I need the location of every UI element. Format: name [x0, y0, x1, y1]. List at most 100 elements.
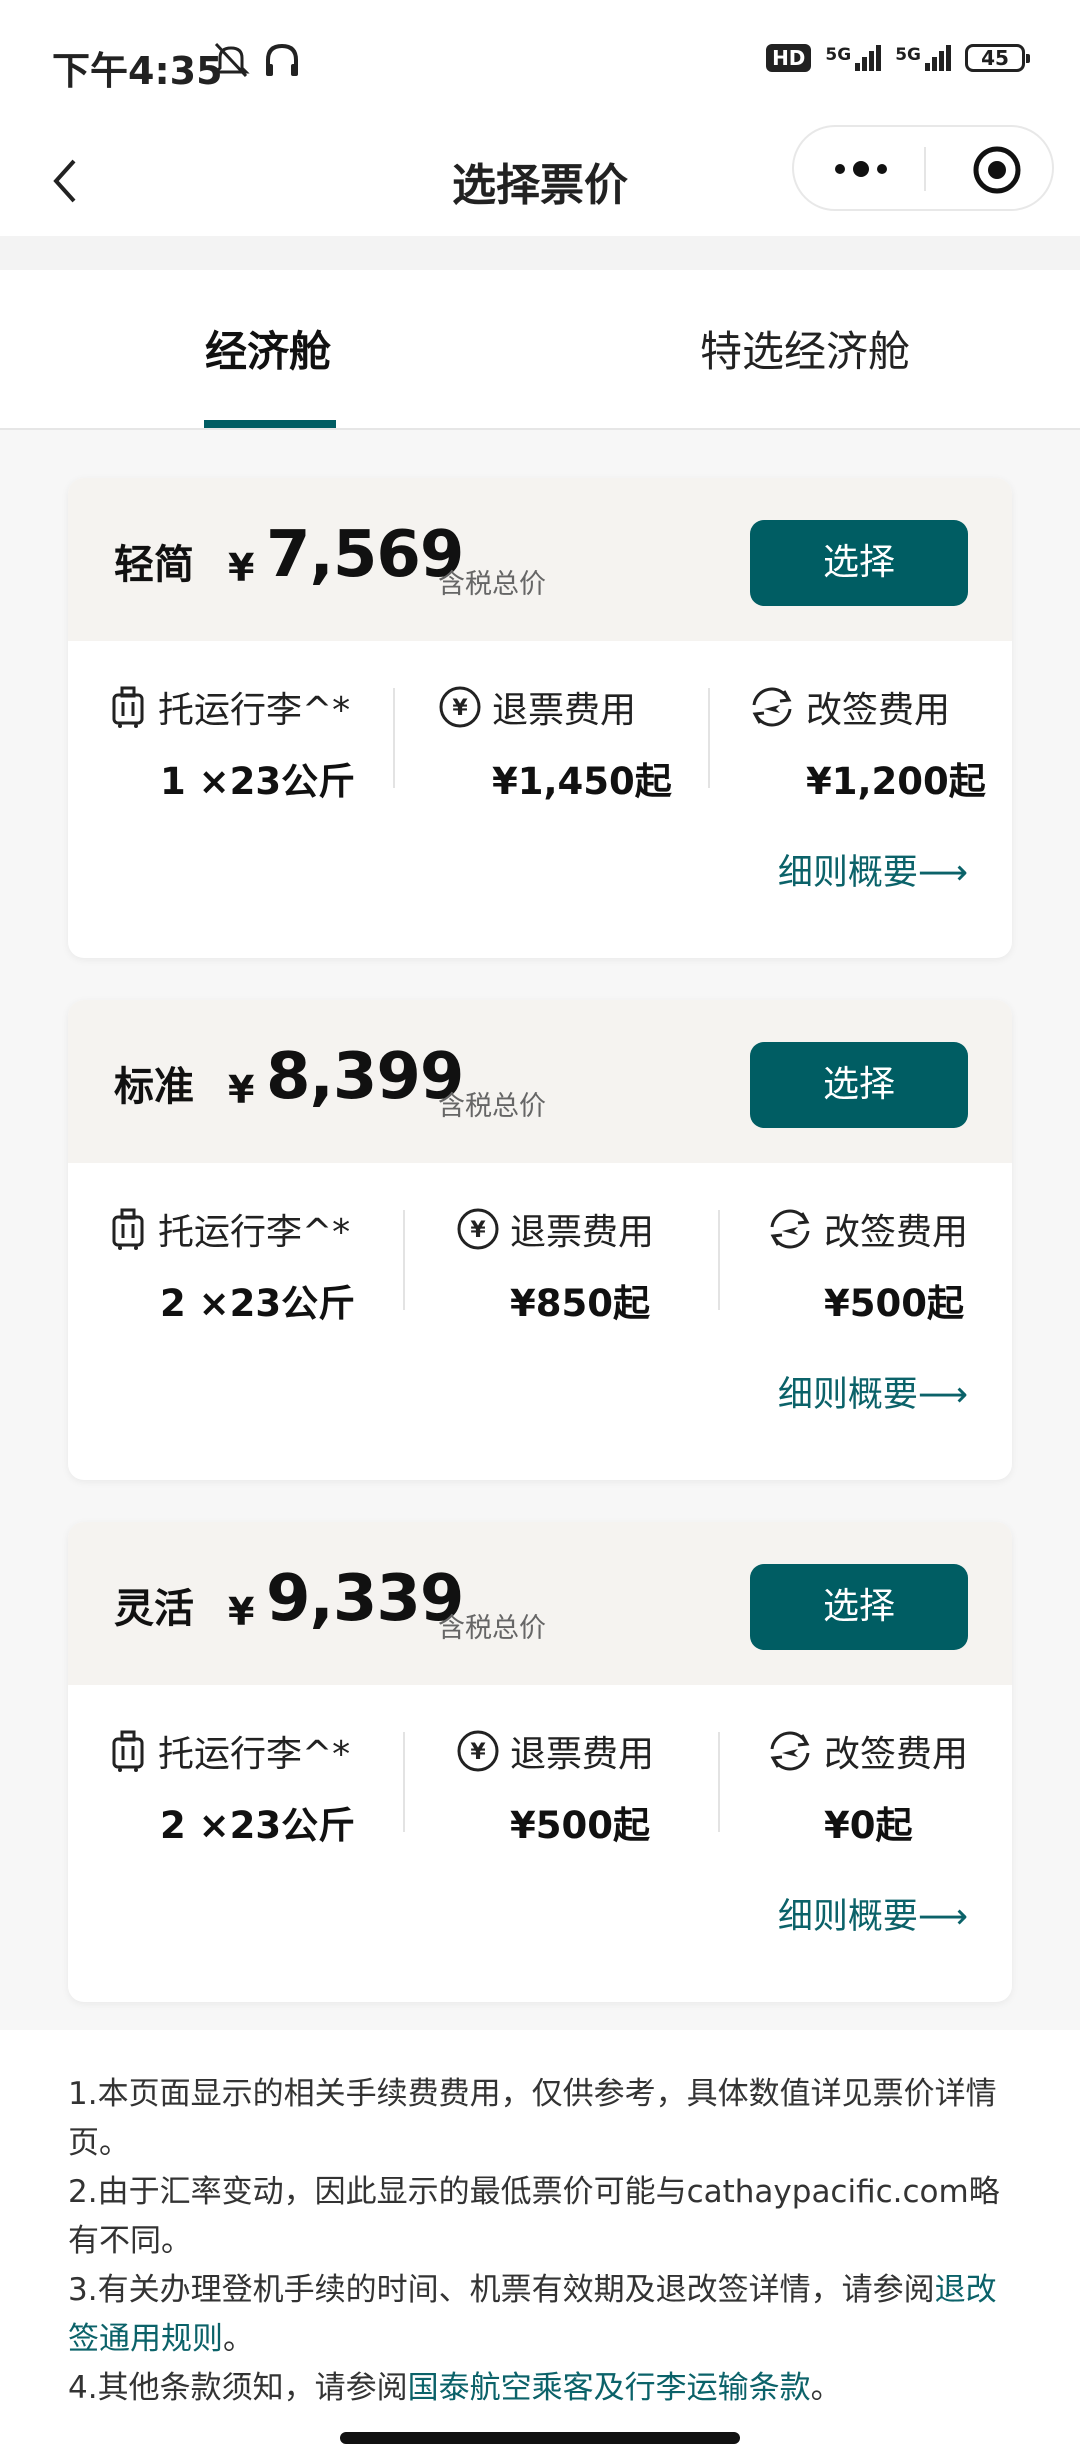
fare-price: 9,339: [266, 1562, 464, 1636]
feature-divider: [708, 688, 710, 788]
feature-value: ¥850起: [510, 1282, 650, 1325]
feature-value: 2 ×23公斤: [160, 1804, 356, 1847]
headphones-icon: [262, 40, 302, 84]
feature-value: ¥500起: [510, 1804, 650, 1847]
note-4-end: 。: [810, 2370, 842, 2406]
note-2: 2.由于汇率变动，因此显示的最低票价可能与cathaypacific.com略有…: [68, 2174, 1000, 2259]
note-3-end: 。: [223, 2321, 254, 2357]
fare-name: 灵活: [114, 1586, 194, 1632]
more-button[interactable]: [816, 145, 906, 193]
luggage-icon: [112, 1730, 144, 1772]
cabin-tabs: 经济舱 特选经济舱: [0, 270, 1080, 430]
fare-card-header: 标准 ¥ 8,399 含税总价 选择: [68, 1000, 1012, 1163]
feature-change: 改签费用 ¥0起: [766, 1725, 1012, 1849]
yen-circle-icon: ¥: [457, 1730, 499, 1772]
nav-bar: 选择票价: [0, 125, 1080, 235]
luggage-icon: [112, 686, 144, 728]
close-target-icon: [973, 146, 1021, 194]
feature-title: 退票费用: [492, 690, 637, 731]
note-3: 3.有关办理登机手续的时间、机票有效期及退改签详情，请参阅退改签通用规则。: [68, 2266, 1012, 2364]
capsule-divider: [924, 147, 926, 191]
select-button[interactable]: 选择: [750, 1042, 968, 1128]
svg-text:¥: ¥: [470, 1740, 486, 1765]
details-link[interactable]: 细则概要⟶: [778, 1366, 968, 1417]
feature-change: 改签费用 ¥500起: [766, 1203, 1012, 1327]
feature-divider: [718, 1732, 720, 1832]
details-link[interactable]: 细则概要⟶: [778, 1888, 968, 1939]
network-type-label: 5G: [825, 45, 852, 65]
fare-card-standard: 标准 ¥ 8,399 含税总价 选择 托运行李^* 2 ×23公斤 ¥ 退票费用…: [68, 1000, 1012, 1480]
plane-change-icon: [770, 1209, 810, 1249]
feature-baggage: 托运行李^* 2 ×23公斤: [108, 1725, 408, 1849]
yen-circle-icon: ¥: [439, 686, 481, 728]
header-separator: [0, 236, 1080, 270]
signal-icon: 5G: [825, 45, 882, 71]
fare-notes: 1.本页面显示的相关手续费费用，仅供参考，具体数值详见票价详情页。 2.由于汇率…: [68, 2070, 1012, 2413]
feature-title: 退票费用: [510, 1734, 655, 1775]
details-link[interactable]: 细则概要⟶: [778, 844, 968, 895]
fare-card-flex: 灵活 ¥ 9,339 含税总价 选择 托运行李^* 2 ×23公斤 ¥ 退票费用…: [68, 1522, 1012, 2002]
fare-card-header: 轻简 ¥ 7,569 含税总价 选择: [68, 478, 1012, 641]
feature-title: 改签费用: [824, 1212, 969, 1253]
feature-value: ¥1,450起: [492, 760, 672, 803]
luggage-icon: [112, 1208, 144, 1250]
feature-refund: ¥ 退票费用 ¥1,450起: [438, 681, 738, 805]
feature-title: 托运行李^*: [158, 1212, 351, 1253]
currency-symbol: ¥: [228, 1068, 255, 1112]
feature-value: ¥0起: [824, 1804, 913, 1847]
feature-value: 1 ×23公斤: [160, 760, 356, 803]
note-1: 1.本页面显示的相关手续费费用，仅供参考，具体数值详见票价详情页。: [68, 2076, 997, 2161]
note-4-text: 4.其他条款须知，请参阅: [68, 2370, 408, 2406]
fare-price: 8,399: [266, 1040, 464, 1114]
plane-change-icon: [752, 687, 792, 727]
feature-baggage: 托运行李^* 2 ×23公斤: [108, 1203, 408, 1327]
more-dots-icon: [835, 164, 845, 174]
feature-title: 退票费用: [510, 1212, 655, 1253]
svg-text:¥: ¥: [452, 696, 468, 721]
feature-title: 改签费用: [824, 1734, 969, 1775]
feature-refund: ¥ 退票费用 ¥500起: [456, 1725, 756, 1849]
fare-card-light: 轻简 ¥ 7,569 含税总价 选择 托运行李^* 1 ×23公斤 ¥ 退票费用…: [68, 478, 1012, 958]
fare-price: 7,569: [266, 518, 464, 592]
plane-change-icon: [770, 1731, 810, 1771]
yen-circle-icon: ¥: [457, 1208, 499, 1250]
select-button[interactable]: 选择: [750, 520, 968, 606]
feature-title: 托运行李^*: [158, 1734, 351, 1775]
feature-value: ¥500起: [824, 1282, 964, 1325]
feature-divider: [718, 1210, 720, 1310]
select-button[interactable]: 选择: [750, 1564, 968, 1650]
feature-value: 2 ×23公斤: [160, 1282, 356, 1325]
status-time: 下午4:35: [52, 49, 223, 93]
status-bar: 下午4:35 HD 5G 5G 45: [0, 0, 1080, 125]
currency-symbol: ¥: [228, 546, 255, 590]
battery-icon: 45: [965, 44, 1030, 72]
signal-icon: 5G: [895, 45, 951, 71]
feature-baggage: 托运行李^* 1 ×23公斤: [108, 681, 408, 805]
feature-value: ¥1,200起: [806, 760, 986, 803]
hd-badge: HD: [766, 44, 812, 72]
feature-change: 改签费用 ¥1,200起: [748, 681, 1012, 805]
price-note: 含税总价: [438, 1613, 546, 1644]
feature-refund: ¥ 退票费用 ¥850起: [456, 1203, 756, 1327]
close-button[interactable]: [972, 145, 1022, 195]
feature-title: 改签费用: [806, 690, 951, 731]
tab-economy[interactable]: 经济舱: [205, 318, 331, 379]
svg-text:¥: ¥: [470, 1218, 486, 1243]
active-tab-indicator: [204, 420, 336, 428]
fare-card-header: 灵活 ¥ 9,339 含税总价 选择: [68, 1522, 1012, 1685]
tab-premium-economy[interactable]: 特选经济舱: [700, 318, 910, 379]
fare-name: 标准: [114, 1064, 194, 1110]
currency-symbol: ¥: [228, 1590, 255, 1634]
price-note: 含税总价: [438, 1091, 546, 1122]
fare-name: 轻简: [114, 542, 194, 588]
feature-divider: [393, 688, 395, 788]
note-3-text: 3.有关办理登机手续的时间、机票有效期及退改签详情，请参阅: [68, 2272, 935, 2308]
network-type-label: 5G: [895, 45, 921, 65]
home-indicator[interactable]: [340, 2432, 740, 2444]
conditions-of-carriage-link[interactable]: 国泰航空乘客及行李运输条款: [408, 2370, 811, 2406]
mute-bell-icon: [212, 40, 250, 84]
note-4: 4.其他条款须知，请参阅国泰航空乘客及行李运输条款。: [68, 2364, 1012, 2413]
price-note: 含税总价: [438, 569, 546, 600]
status-right-group: HD 5G 5G 45: [766, 44, 1030, 72]
mini-program-capsule: [792, 125, 1054, 211]
